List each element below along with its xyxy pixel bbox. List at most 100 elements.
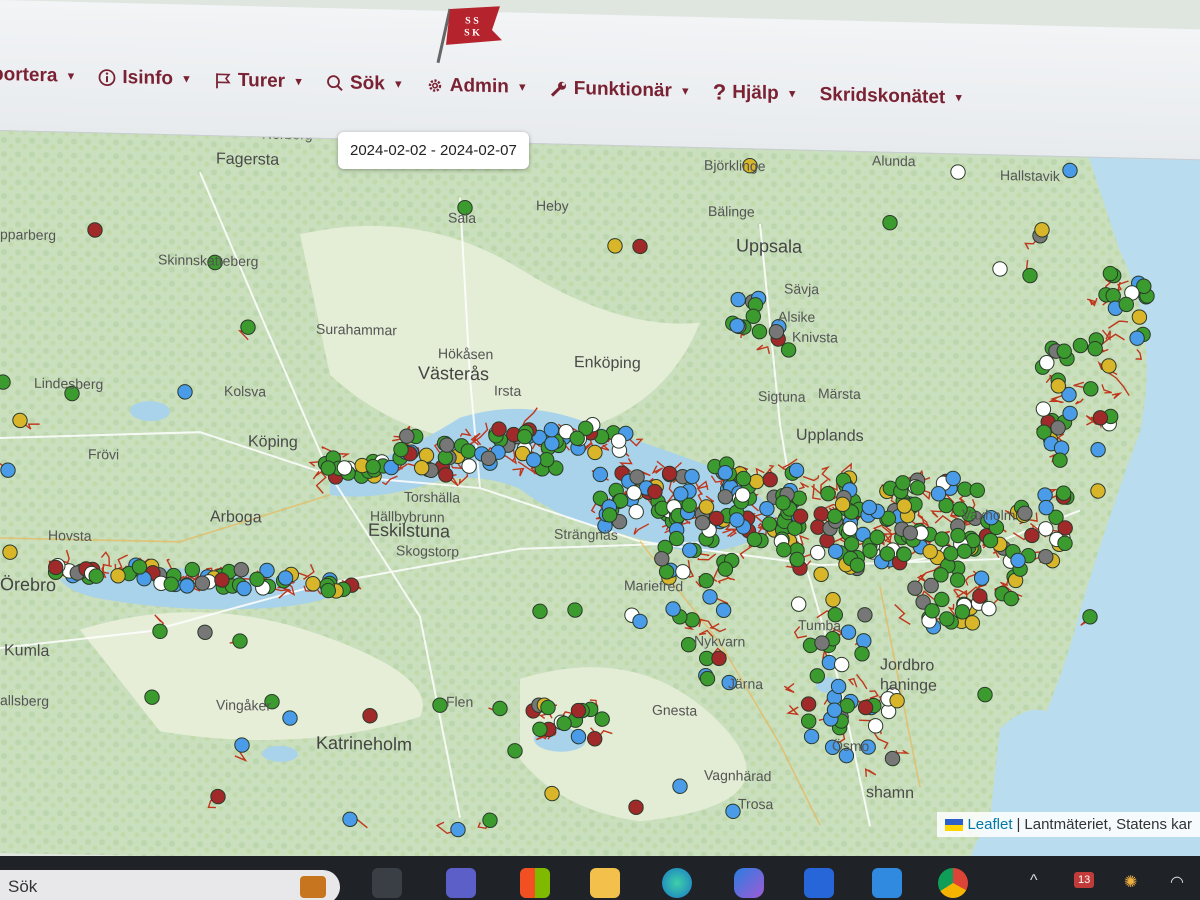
ice-report-marker[interactable]: [131, 559, 148, 575]
ice-report-marker[interactable]: [810, 544, 826, 561]
ice-report-marker[interactable]: [626, 485, 642, 501]
ice-report-marker[interactable]: [788, 462, 805, 478]
ice-report-marker[interactable]: [1022, 267, 1038, 284]
ice-report-marker[interactable]: [1092, 410, 1109, 426]
leaflet-link[interactable]: Leaflet: [967, 816, 1012, 833]
ice-report-marker[interactable]: [950, 527, 966, 544]
ice-report-marker[interactable]: [87, 222, 103, 238]
ice-report-marker[interactable]: [1050, 420, 1066, 436]
ice-report-marker[interactable]: [902, 525, 918, 541]
ice-report-marker[interactable]: [210, 788, 226, 805]
ice-report-marker[interactable]: [711, 650, 727, 667]
ice-report-marker[interactable]: [570, 728, 587, 745]
ice-report-marker[interactable]: [305, 576, 321, 592]
ice-report-marker[interactable]: [820, 485, 836, 502]
ice-report-marker[interactable]: [556, 715, 572, 732]
ice-report-marker[interactable]: [526, 452, 542, 468]
ice-report-marker[interactable]: [1050, 378, 1067, 394]
ice-report-marker[interactable]: [194, 575, 211, 591]
ice-report-marker[interactable]: [861, 499, 877, 516]
ice-report-marker[interactable]: [507, 743, 523, 759]
ice-report-marker[interactable]: [842, 520, 858, 537]
ice-report-marker[interactable]: [751, 323, 768, 340]
ice-report-marker[interactable]: [759, 500, 775, 517]
ice-report-marker[interactable]: [698, 572, 714, 589]
ice-report-marker[interactable]: [828, 543, 844, 560]
nav-admin[interactable]: Admin ▼: [426, 74, 528, 98]
ice-report-marker[interactable]: [896, 498, 912, 514]
ice-report-marker[interactable]: [857, 699, 874, 716]
ice-report-marker[interactable]: [834, 496, 851, 513]
ice-report-marker[interactable]: [869, 529, 885, 546]
ice-report-marker[interactable]: [717, 561, 734, 577]
ice-report-marker[interactable]: [969, 482, 985, 498]
ice-report-marker[interactable]: [1039, 355, 1055, 371]
ice-report-marker[interactable]: [342, 811, 358, 828]
ice-report-marker[interactable]: [1024, 527, 1040, 544]
ice-report-marker[interactable]: [825, 592, 841, 608]
ice-report-marker[interactable]: [144, 689, 160, 705]
ice-report-marker[interactable]: [934, 531, 950, 547]
ice-report-marker[interactable]: [910, 480, 926, 496]
ice-report-marker[interactable]: [587, 444, 603, 461]
ice-report-marker[interactable]: [684, 612, 700, 628]
weather-icon[interactable]: ✺: [1124, 872, 1137, 892]
nav-skridskonatet[interactable]: Skridskonätet ▼: [820, 84, 965, 110]
ice-report-marker[interactable]: [532, 603, 548, 620]
ice-report-marker[interactable]: [950, 164, 966, 180]
ice-report-marker[interactable]: [675, 564, 691, 580]
ice-report-marker[interactable]: [681, 497, 697, 514]
ice-report-marker[interactable]: [234, 737, 250, 753]
ice-report-marker[interactable]: [717, 489, 733, 505]
copilot-icon[interactable]: [734, 868, 764, 898]
task-view-icon[interactable]: [372, 868, 402, 898]
ice-report-marker[interactable]: [414, 460, 430, 476]
ice-report-marker[interactable]: [981, 600, 997, 617]
ice-report-marker[interactable]: [1038, 521, 1054, 537]
ice-report-marker[interactable]: [889, 692, 905, 709]
ice-report-marker[interactable]: [862, 543, 878, 559]
nav-sok[interactable]: Sök ▼: [326, 72, 404, 96]
ice-report-marker[interactable]: [672, 778, 688, 794]
ice-report-marker[interactable]: [973, 570, 990, 586]
ice-report-marker[interactable]: [801, 713, 817, 729]
mail-icon[interactable]: [872, 868, 902, 898]
ice-report-marker[interactable]: [684, 468, 700, 485]
ice-report-marker[interactable]: [945, 470, 961, 487]
ice-report-marker[interactable]: [184, 561, 201, 578]
ice-report-marker[interactable]: [1017, 505, 1033, 521]
ice-report-marker[interactable]: [879, 546, 896, 562]
ice-report-marker[interactable]: [362, 708, 378, 724]
ice-report-marker[interactable]: [570, 702, 587, 719]
ice-report-marker[interactable]: [708, 510, 725, 527]
ice-report-marker[interactable]: [977, 686, 993, 703]
ice-report-marker[interactable]: [922, 543, 938, 560]
ice-report-marker[interactable]: [939, 611, 955, 627]
ice-report-marker[interactable]: [982, 532, 999, 549]
ice-report-marker[interactable]: [654, 551, 670, 567]
ice-report-marker[interactable]: [748, 473, 765, 490]
ice-report-marker[interactable]: [569, 430, 585, 446]
teams-icon[interactable]: [446, 868, 476, 898]
ice-report-marker[interactable]: [320, 582, 336, 599]
ice-report-marker[interactable]: [1055, 485, 1072, 501]
ice-report-marker[interactable]: [803, 728, 820, 745]
ice-report-marker[interactable]: [439, 437, 455, 453]
ice-report-marker[interactable]: [587, 731, 603, 747]
ice-report-marker[interactable]: [972, 588, 988, 604]
ice-report-marker[interactable]: [249, 571, 265, 587]
ice-report-marker[interactable]: [789, 551, 805, 568]
power-automate-icon[interactable]: [804, 868, 834, 898]
ice-report-marker[interactable]: [1090, 483, 1106, 499]
ice-report-marker[interactable]: [1038, 499, 1054, 516]
ice-report-marker[interactable]: [698, 499, 715, 515]
ice-report-marker[interactable]: [152, 623, 168, 640]
ice-report-marker[interactable]: [1129, 330, 1145, 346]
ice-report-marker[interactable]: [232, 633, 248, 649]
sssk-logo-icon[interactable]: S S S K: [430, 5, 506, 67]
ice-report-marker[interactable]: [492, 700, 508, 717]
ice-report-marker[interactable]: [856, 633, 872, 649]
ice-report-marker[interactable]: [896, 546, 912, 563]
ice-report-marker[interactable]: [661, 465, 678, 482]
ice-report-marker[interactable]: [539, 451, 555, 468]
